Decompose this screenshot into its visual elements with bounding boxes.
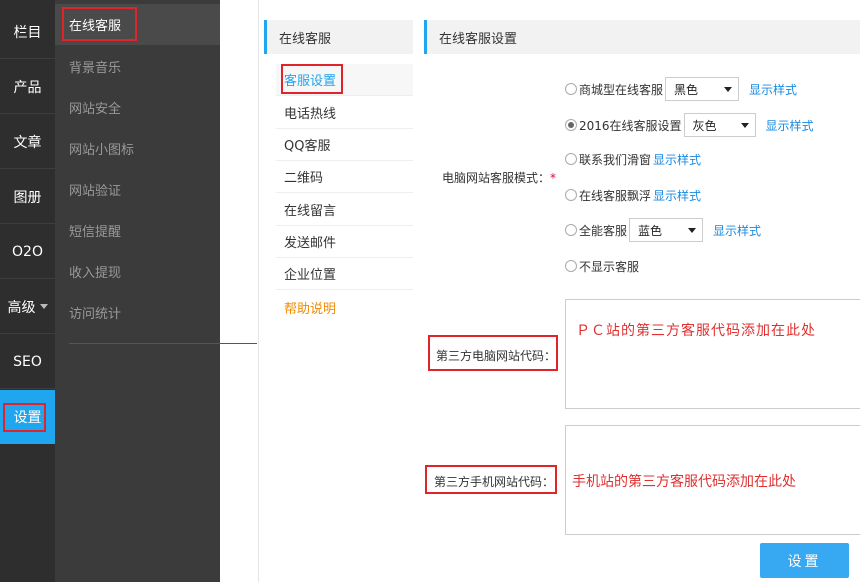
content-title-text: 在线客服设置: [439, 31, 518, 47]
sub-nav-label: 网站验证: [69, 184, 122, 199]
menu-item-location[interactable]: 企业位置: [276, 258, 413, 290]
option-floating-service: 在线客服飘浮 显示样式: [565, 184, 701, 206]
main-nav-item-products[interactable]: 产品: [0, 60, 55, 114]
sub-nav-label: 短信提醒: [69, 225, 122, 240]
annotation-box-pc-code: [428, 335, 558, 371]
chevron-down-icon: [724, 86, 733, 92]
sub-nav-label: 访问统计: [69, 307, 122, 322]
sub-nav-item-sms[interactable]: 短信提醒: [55, 210, 220, 251]
panel-divider: [258, 0, 259, 582]
menu-item-label: 帮助说明: [284, 301, 337, 317]
sub-nav-label: 网站安全: [69, 102, 122, 117]
color-select-mall[interactable]: 黑色: [665, 77, 740, 101]
annotation-box-mobile-code: [425, 465, 557, 494]
sub-nav-item-security[interactable]: 网站安全: [55, 87, 220, 128]
main-nav-item-advanced[interactable]: 高级: [0, 280, 55, 334]
main-nav-item-columns[interactable]: 栏目: [0, 5, 55, 59]
middle-menu-title-text: 在线客服: [279, 31, 332, 47]
menu-item-qq[interactable]: QQ客服: [276, 129, 413, 161]
sub-nav: 在线客服 背景音乐 网站安全 网站小图标 网站验证 短信提醒 收入提现 访问统计: [55, 0, 257, 582]
radio-mall-service[interactable]: [565, 83, 577, 95]
pc-mode-label: 电脑网站客服模式：*: [442, 169, 556, 186]
sub-nav-divider: [69, 343, 257, 344]
show-style-link[interactable]: 显示样式: [766, 117, 814, 134]
show-style-link[interactable]: 显示样式: [653, 151, 701, 168]
sub-nav-item-bg-music[interactable]: 背景音乐: [55, 46, 220, 87]
radio-hide-service[interactable]: [565, 260, 577, 272]
menu-item-label: 二维码: [284, 171, 324, 186]
sub-nav-label: 背景音乐: [69, 61, 122, 76]
option-mall-service: 商城型在线客服 黑色 显示样式: [565, 77, 797, 101]
show-style-link[interactable]: 显示样式: [653, 187, 701, 204]
option-all-round-service: 全能客服 蓝色 显示样式: [565, 218, 761, 242]
select-value: 黑色: [674, 82, 699, 97]
option-hide-service: 不显示客服: [565, 255, 639, 277]
radio-2016-service[interactable]: [565, 119, 577, 131]
main-nav-label: O2O: [12, 243, 43, 260]
option-label: 联系我们滑窗: [579, 152, 652, 167]
color-select-2016[interactable]: 灰色: [683, 113, 756, 137]
main-nav-label: 文章: [13, 134, 42, 151]
main-nav-label: 高级: [7, 299, 36, 316]
middle-menu-title: 在线客服: [264, 20, 413, 54]
option-label: 全能客服: [579, 223, 628, 238]
menu-item-qrcode[interactable]: 二维码: [276, 161, 413, 193]
sub-nav-label: 收入提现: [69, 266, 122, 281]
annotation-box-online-service: [62, 7, 137, 41]
chevron-down-icon: [740, 122, 749, 128]
main-nav-item-o2o[interactable]: O2O: [0, 225, 55, 279]
select-value: 蓝色: [638, 223, 663, 238]
main-nav-item-albums[interactable]: 图册: [0, 170, 55, 224]
main-nav: 栏目 产品 文章 图册 O2O 高级 SEO 设置: [0, 0, 55, 582]
sub-nav-item-verification[interactable]: 网站验证: [55, 169, 220, 210]
option-label: 2016在线客服设置: [579, 118, 682, 133]
main-nav-label: 图册: [13, 189, 42, 206]
option-label: 不显示客服: [579, 259, 640, 274]
show-style-link[interactable]: 显示样式: [749, 81, 797, 98]
content-title: 在线客服设置: [424, 20, 860, 54]
menu-item-label: 在线留言: [284, 204, 337, 219]
main-nav-item-seo[interactable]: SEO: [0, 335, 55, 389]
sub-nav-label: 网站小图标: [69, 143, 135, 158]
admin-page: 栏目 产品 文章 图册 O2O 高级 SEO 设置 在线客服 背景音乐 网站安全…: [0, 0, 860, 582]
menu-item-label: 企业位置: [284, 268, 337, 283]
chevron-down-icon: [39, 304, 48, 309]
menu-item-help[interactable]: 帮助说明: [276, 291, 413, 323]
sub-nav-item-stats[interactable]: 访问统计: [55, 292, 220, 333]
radio-floating-service[interactable]: [565, 189, 577, 201]
option-label: 商城型在线客服: [579, 82, 664, 97]
menu-item-message[interactable]: 在线留言: [276, 194, 413, 226]
annotation-box-settings: [3, 403, 46, 432]
menu-item-hotline[interactable]: 电话热线: [276, 97, 413, 129]
menu-item-label: 电话热线: [284, 107, 337, 122]
option-contact-slide: 联系我们滑窗 显示样式: [565, 148, 701, 170]
option-2016-service: 2016在线客服设置 灰色 显示样式: [565, 113, 814, 137]
show-style-link[interactable]: 显示样式: [713, 222, 761, 239]
pc-mode-label-text: 电脑网站客服模式：: [442, 171, 551, 185]
main-nav-label: SEO: [13, 353, 42, 370]
menu-item-label: 发送邮件: [284, 236, 337, 251]
pc-code-textarea[interactable]: ＰＣ站的第三方客服代码添加在此处: [565, 299, 860, 409]
mobile-code-textarea[interactable]: 手机站的第三方客服代码添加在此处: [565, 425, 860, 535]
annotation-box-service-settings: [281, 64, 343, 94]
main-nav-item-articles[interactable]: 文章: [0, 115, 55, 169]
menu-item-email[interactable]: 发送邮件: [276, 226, 413, 258]
chevron-down-icon: [688, 227, 697, 233]
main-nav-label: 产品: [13, 79, 42, 96]
select-value: 灰色: [692, 118, 717, 133]
required-mark: *: [550, 171, 557, 185]
sub-nav-item-withdraw[interactable]: 收入提现: [55, 251, 220, 292]
main-nav-label: 栏目: [13, 24, 42, 41]
radio-contact-slide[interactable]: [565, 153, 577, 165]
menu-item-label: QQ客服: [284, 139, 331, 154]
color-select-all-round[interactable]: 蓝色: [629, 218, 704, 242]
sub-nav-item-favicon[interactable]: 网站小图标: [55, 128, 220, 169]
radio-all-round-service[interactable]: [565, 224, 577, 236]
option-label: 在线客服飘浮: [579, 188, 652, 203]
submit-settings-button[interactable]: 设置: [760, 543, 849, 578]
